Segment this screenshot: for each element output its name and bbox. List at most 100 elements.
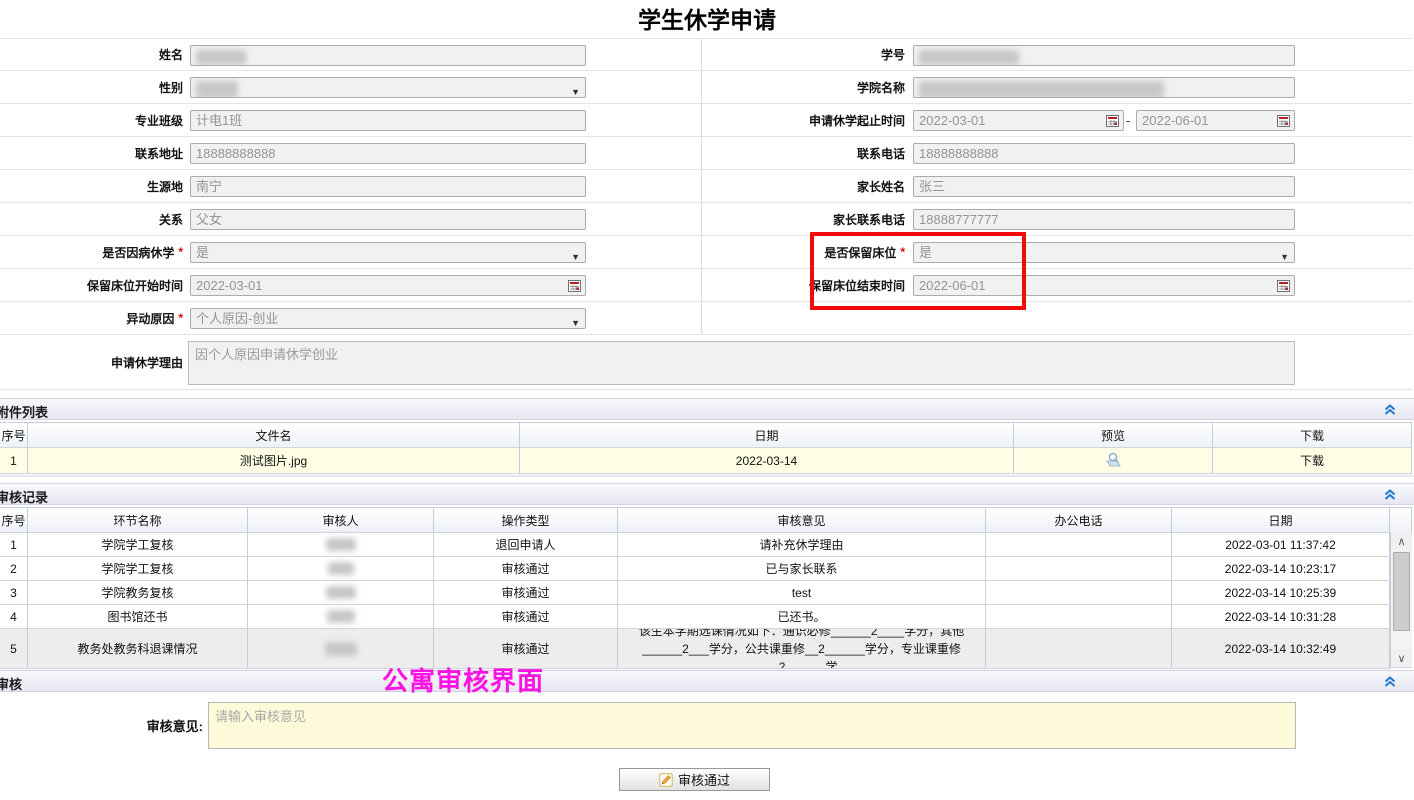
scrollbar-thumb[interactable] — [1393, 552, 1410, 631]
review-section-bar: 审核 — [0, 670, 1414, 692]
review-table-scrollbar[interactable]: ∧ ∨ — [1390, 532, 1412, 668]
redacted-value — [919, 81, 1164, 98]
major-class-field: 计电1班 — [190, 110, 586, 131]
leave-period-start-date: 2022-03-01 — [913, 110, 1124, 131]
col-header-opinion: 审核意见 — [618, 507, 986, 533]
redacted-value — [327, 610, 355, 623]
col-header-download: 下载 — [1213, 422, 1412, 448]
attachment-filename: 测试图片.jpg — [28, 448, 520, 474]
review-reviewer — [248, 605, 434, 629]
review-step: 学院学工复核 — [28, 557, 248, 581]
review-action: 审核通过 — [434, 557, 618, 581]
magnifier-preview-icon[interactable] — [1103, 452, 1123, 470]
contact-phone-field: 18888888888 — [913, 143, 1295, 164]
parent-name-label: 家长姓名 — [701, 170, 905, 202]
collapse-chevrons-icon[interactable] — [1383, 403, 1397, 422]
redacted-value — [196, 50, 246, 65]
col-header-phone: 办公电话 — [986, 507, 1172, 533]
form-row: 保留床位开始时间 2022-03-01 保留床位结束时间 2022-06-01 — [0, 269, 1412, 302]
gender-label: 性别 — [0, 71, 183, 103]
review-records-table: 序号 环节名称 审核人 操作类型 审核意见 办公电话 日期 1 学院学工复核 退… — [0, 507, 1412, 669]
attachment-row: 1 测试图片.jpg 2022-03-14 下载 — [0, 448, 1412, 474]
review-step: 学院教务复核 — [28, 581, 248, 605]
review-phone — [986, 581, 1172, 605]
review-opinion: test — [618, 581, 986, 605]
review-date: 2022-03-14 10:31:28 — [1172, 605, 1390, 629]
redacted-value — [326, 538, 356, 551]
review-no: 5 — [0, 629, 28, 669]
calendar-icon — [567, 278, 582, 296]
approve-button-label: 审核通过 — [678, 770, 730, 789]
contact-phone-label: 联系电话 — [701, 137, 905, 169]
leave-period-end-date: 2022-06-01 — [1136, 110, 1295, 131]
required-asterisk: * — [178, 245, 183, 259]
attachment-no: 1 — [0, 448, 28, 474]
chevron-down-icon: ▼ — [1280, 248, 1289, 263]
collapse-chevrons-icon[interactable] — [1383, 488, 1397, 507]
review-header-row: 序号 环节名称 审核人 操作类型 审核意见 办公电话 日期 — [0, 507, 1412, 533]
calendar-icon — [1276, 278, 1291, 296]
scroll-down-arrow-icon[interactable]: ∨ — [1391, 650, 1412, 666]
col-header-date: 日期 — [520, 422, 1014, 448]
col-header-scroll-spacer — [1390, 507, 1412, 533]
change-reason-select: 个人原因-创业 ▼ — [190, 308, 586, 329]
collapse-chevrons-icon[interactable] — [1383, 675, 1397, 694]
bed-start-date-field: 2022-03-01 — [190, 275, 586, 296]
review-opinion-textarea[interactable] — [208, 702, 1296, 749]
review-no: 4 — [0, 605, 28, 629]
scroll-up-arrow-icon[interactable]: ∧ — [1391, 533, 1412, 549]
form-row: 异动原因* 个人原因-创业 ▼ — [0, 302, 1412, 335]
redacted-value — [196, 81, 238, 98]
review-section-title: 审核 — [0, 674, 22, 693]
download-link[interactable]: 下载 — [1300, 452, 1324, 469]
redacted-value — [326, 586, 356, 599]
chevron-down-icon: ▼ — [571, 248, 580, 263]
required-asterisk: * — [178, 311, 183, 325]
calendar-icon — [1276, 113, 1291, 131]
college-name-field — [913, 77, 1295, 98]
col-header-step: 环节名称 — [28, 507, 248, 533]
review-action: 审核通过 — [434, 605, 618, 629]
college-name-label: 学院名称 — [701, 71, 905, 103]
origin-place-label: 生源地 — [0, 170, 183, 202]
form-row: 申请休学理由 因个人原因申请休学创业 — [0, 335, 1412, 390]
review-row: 2 学院学工复核 审核通过 已与家长联系 2022-03-14 10:23:17 — [0, 557, 1412, 581]
leave-reason-textarea: 因个人原因申请休学创业 — [188, 341, 1295, 385]
review-phone — [986, 605, 1172, 629]
review-step: 教务处教务科退课情况 — [28, 629, 248, 669]
origin-place-field: 南宁 — [190, 176, 586, 197]
change-reason-label: 异动原因* — [0, 302, 183, 334]
pencil-icon — [659, 773, 673, 787]
redacted-value — [325, 642, 357, 656]
col-header-action: 操作类型 — [434, 507, 618, 533]
form-row: 专业班级 计电1班 申请休学起止时间 2022-03-01 - 2022-06-… — [0, 104, 1412, 137]
attachments-section-bar: 附件列表 — [0, 398, 1414, 420]
review-step: 学院学工复核 — [28, 533, 248, 557]
chevron-down-icon: ▼ — [571, 314, 580, 329]
review-step: 图书馆还书 — [28, 605, 248, 629]
gender-select: ▼ — [190, 77, 586, 98]
approve-button[interactable]: 审核通过 — [619, 768, 770, 791]
review-phone — [986, 557, 1172, 581]
review-row: 4 图书馆还书 审核通过 已还书。 2022-03-14 10:31:28 — [0, 605, 1412, 629]
contact-address-label: 联系地址 — [0, 137, 183, 169]
attachment-date: 2022-03-14 — [520, 448, 1014, 474]
attachments-table: 序号 文件名 日期 预览 下载 1 测试图片.jpg 2022-03-14 下载 — [0, 422, 1412, 474]
attachments-header-row: 序号 文件名 日期 预览 下载 — [0, 422, 1412, 448]
bed-end-date-field: 2022-06-01 — [913, 275, 1295, 296]
review-row: 5 教务处教务科退课情况 审核通过 该生本学期选课情况如下：通识必修______… — [0, 629, 1412, 669]
review-no: 2 — [0, 557, 28, 581]
review-date: 2022-03-14 10:32:49 — [1172, 629, 1390, 669]
col-header-no: 序号 — [0, 507, 28, 533]
col-header-date: 日期 — [1172, 507, 1390, 533]
student-id-label: 学号 — [701, 39, 905, 70]
bed-start-label: 保留床位开始时间 — [0, 269, 183, 301]
review-date: 2022-03-01 11:37:42 — [1172, 533, 1390, 557]
review-row: 3 学院教务复核 审核通过 test 2022-03-14 10:25:39 — [0, 581, 1412, 605]
name-field — [190, 45, 586, 66]
review-date: 2022-03-14 10:23:17 — [1172, 557, 1390, 581]
leave-reason-label: 申请休学理由 — [0, 335, 183, 390]
sick-leave-select: 是 ▼ — [190, 242, 586, 263]
redacted-value — [328, 562, 354, 575]
col-header-reviewer: 审核人 — [248, 507, 434, 533]
